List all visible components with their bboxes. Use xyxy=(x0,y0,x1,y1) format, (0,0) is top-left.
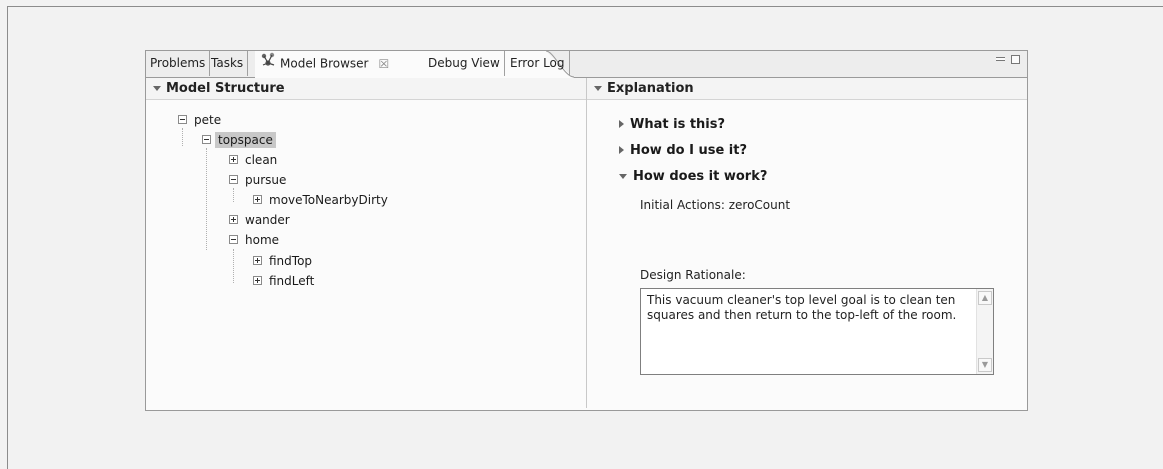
tree-node-label: topspace xyxy=(215,132,276,148)
tab-label: Error Log xyxy=(510,56,565,70)
close-tab-icon[interactable]: ☒ xyxy=(378,52,389,76)
tree-node-label: findTop xyxy=(269,254,313,268)
tree-node-label: moveToNearbyDirty xyxy=(269,193,388,207)
section-how-do-i-use-it[interactable]: How do I use it? xyxy=(619,142,747,160)
section-label: How do I use it? xyxy=(630,143,748,158)
tab-error-log[interactable]: Error Log xyxy=(506,51,570,76)
pane-title: Model Structure xyxy=(166,81,285,96)
tab-label: Tasks xyxy=(211,56,244,70)
tree-guide xyxy=(182,128,183,146)
initial-actions-text: Initial Actions: zeroCount xyxy=(640,198,791,212)
vertical-scrollbar[interactable]: ▲ ▼ xyxy=(976,289,993,374)
expand-node-icon[interactable] xyxy=(253,276,262,285)
section-what-is-this[interactable]: What is this? xyxy=(619,116,725,134)
collapse-icon xyxy=(594,85,602,91)
expand-section-icon xyxy=(619,146,624,154)
section-label: What is this? xyxy=(630,117,726,132)
tab-label: Model Browser xyxy=(280,56,369,71)
tree-guide xyxy=(233,249,234,283)
collapse-icon xyxy=(153,85,161,91)
tab-tasks[interactable]: Tasks xyxy=(207,51,249,76)
tree-guide xyxy=(206,148,207,250)
tree-node-pursue[interactable]: pursue xyxy=(229,171,289,189)
tree-node-clean[interactable]: clean xyxy=(229,151,280,169)
tree-node-topspace[interactable]: topspace xyxy=(202,131,276,149)
scroll-down-icon[interactable]: ▼ xyxy=(978,358,992,372)
expand-node-icon[interactable] xyxy=(253,195,262,204)
expand-section-icon xyxy=(619,120,624,128)
tree-node-label: home xyxy=(245,233,280,247)
tree-node-label: clean xyxy=(245,153,278,167)
design-rationale-textarea[interactable]: This vacuum cleaner's top level goal is … xyxy=(640,288,994,375)
expand-node-icon[interactable] xyxy=(229,215,238,224)
model-browser-icon xyxy=(259,51,277,77)
tab-problems[interactable]: Problems xyxy=(146,51,211,76)
tree-node-pete[interactable]: pete xyxy=(178,111,224,129)
expand-node-icon[interactable] xyxy=(229,155,238,164)
collapse-node-icon[interactable] xyxy=(202,135,211,144)
tree-node-label: wander xyxy=(245,213,290,227)
tree-node-label: findLeft xyxy=(269,274,315,288)
tree-node-label: pursue xyxy=(245,173,287,187)
collapse-node-icon[interactable] xyxy=(229,175,238,184)
section-how-does-it-work[interactable]: How does it work? xyxy=(619,168,767,186)
tree-node-move-to-nearby-dirty[interactable]: moveToNearbyDirty xyxy=(253,191,391,209)
tab-label: Problems xyxy=(150,56,206,70)
tree-node-wander[interactable]: wander xyxy=(229,211,293,229)
design-rationale-label: Design Rationale: xyxy=(640,268,746,282)
tree-node-home[interactable]: home xyxy=(229,231,282,249)
minimize-icon[interactable] xyxy=(996,57,1005,61)
tab-label: Debug View xyxy=(428,56,500,70)
section-label: How does it work? xyxy=(633,169,768,184)
collapse-section-icon xyxy=(619,173,627,179)
tree-node-find-left[interactable]: findLeft xyxy=(253,272,317,290)
expand-node-icon[interactable] xyxy=(253,256,262,265)
collapse-node-icon[interactable] xyxy=(229,235,238,244)
design-rationale-text: This vacuum cleaner's top level goal is … xyxy=(647,293,957,322)
scroll-up-icon[interactable]: ▲ xyxy=(978,291,992,305)
tree-node-label: pete xyxy=(194,113,222,127)
pane-title: Explanation xyxy=(607,81,694,96)
model-structure-header[interactable]: Model Structure xyxy=(146,78,586,100)
collapse-node-icon[interactable] xyxy=(178,115,187,124)
maximize-icon[interactable] xyxy=(1011,55,1020,64)
tree-guide xyxy=(233,188,234,202)
pane-divider[interactable] xyxy=(586,78,587,408)
tree-node-find-top[interactable]: findTop xyxy=(253,252,315,270)
view-tab-bar: Problems Tasks Model Browser ☒ Debug View… xyxy=(146,51,1027,78)
explanation-header[interactable]: Explanation xyxy=(587,78,1027,100)
tab-debug-view[interactable]: Debug View xyxy=(424,51,505,76)
